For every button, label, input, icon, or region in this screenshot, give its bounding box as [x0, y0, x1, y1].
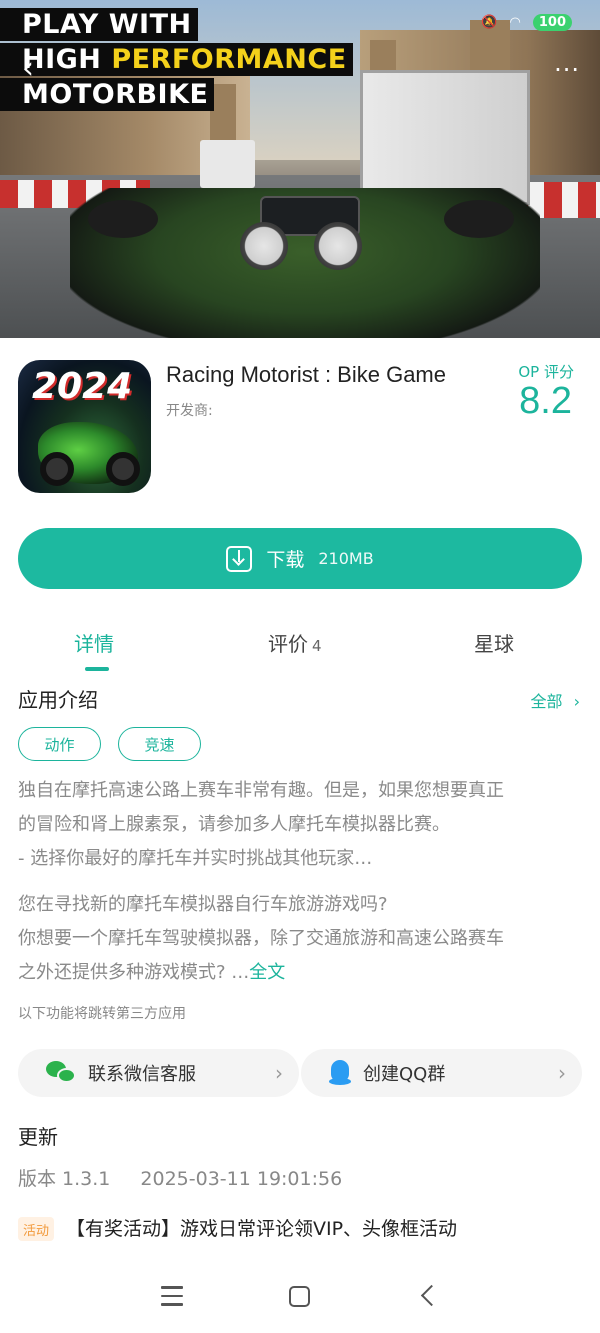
update-date: 2025-03-11 19:01:56	[140, 1168, 343, 1190]
intro-title: 应用介绍	[18, 688, 98, 712]
home-icon[interactable]	[289, 1286, 310, 1307]
hero-headline: PLAY WITH HIGH PERFORMANCE MOTORBIKE	[0, 8, 353, 113]
status-bar: 🔕 ◠ 100	[481, 14, 572, 31]
tab-planet[interactable]: 星球	[474, 628, 514, 657]
tab-reviews-count: 4	[312, 637, 322, 655]
rating-label: OP 评分	[518, 363, 574, 381]
system-nav-bar	[0, 1262, 600, 1333]
version-info: 版本 1.3.1 2025-03-11 19:01:56	[18, 1164, 372, 1191]
download-button[interactable]: 下载 210MB	[18, 528, 582, 589]
intro-p2-line1: 您在寻找新的摩托车模拟器自行车旅游游戏吗?	[18, 894, 388, 915]
app-icon: 2024	[18, 360, 151, 493]
hero-headline-performance: PERFORMANCE	[111, 44, 347, 75]
chevron-right-icon: ›	[573, 692, 580, 711]
intro-p2-line3-wrap: 之外还提供多种游戏模式? …全文	[18, 956, 584, 990]
hero-mirror-right	[444, 200, 514, 238]
app-icon-wheel	[106, 452, 140, 486]
third-party-note: 以下功能将跳转第三方应用	[18, 1006, 186, 1022]
app-title: Racing Motorist : Bike Game	[166, 362, 446, 387]
app-icon-year: 2024	[32, 366, 133, 407]
download-icon	[226, 545, 253, 572]
intro-p1-line2: 的冒险和肾上腺素泵，请参加多人摩托车模拟器比赛。	[18, 814, 450, 835]
create-qq-group-label: 创建QQ群	[363, 1064, 446, 1085]
hero-banner: PLAY WITH HIGH PERFORMANCE MOTORBIKE 🔕 ◠…	[0, 0, 600, 338]
battery-icon: 100	[532, 14, 572, 31]
intro-p2-line3: 之外还提供多种游戏模式? …	[18, 962, 250, 983]
hero-headline-line1: PLAY WITH	[0, 8, 198, 41]
hero-gauge-right	[314, 222, 362, 270]
intro-all-link[interactable]: 全部 ›	[530, 688, 580, 712]
intro-p2-line2: 你想要一个摩托车驾驶模拟器，除了交通旅游和高速公路赛车	[18, 928, 504, 949]
version-number: 版本 1.3.1	[18, 1168, 111, 1190]
create-qq-group-button[interactable]: 创建QQ群 ›	[301, 1049, 582, 1097]
chevron-right-icon: ›	[275, 1061, 283, 1085]
intro-p1-line3: - 选择你最好的摩托车并实时挑战其他玩家…	[18, 848, 373, 869]
update-title: 更新	[18, 1125, 58, 1149]
tab-reviews-label: 评价	[268, 632, 308, 656]
download-label: 下载	[266, 549, 305, 571]
fulltext-link[interactable]: 全文	[249, 962, 285, 983]
app-icon-wheel	[40, 452, 74, 486]
intro-paragraph-1: 独自在摩托高速公路上赛车非常有趣。但是，如果您想要真正 的冒险和肾上腺素泵，请参…	[18, 774, 584, 876]
tab-details-label: 详情	[74, 632, 114, 656]
hero-headline-line2: HIGH PERFORMANCE	[0, 43, 353, 76]
qq-icon	[329, 1060, 351, 1086]
download-size: 210MB	[318, 549, 374, 568]
wifi-icon: ◠	[509, 15, 521, 30]
hero-gauge-left	[240, 222, 288, 270]
more-icon[interactable]: ···	[554, 56, 580, 84]
tab-details[interactable]: 详情	[74, 628, 114, 657]
rating-value: 8.2	[519, 380, 572, 422]
hero-truck	[360, 70, 530, 205]
menu-icon[interactable]	[161, 1286, 183, 1306]
tag-racing[interactable]: 竞速	[118, 727, 201, 761]
hero-mirror-left	[88, 200, 158, 238]
intro-paragraph-2: 您在寻找新的摩托车模拟器自行车旅游游戏吗? 你想要一个摩托车驾驶模拟器，除了交通…	[18, 888, 584, 990]
mute-icon: 🔕	[481, 15, 498, 30]
chevron-right-icon: ›	[558, 1061, 566, 1085]
wechat-icon	[46, 1061, 76, 1085]
back-icon[interactable]	[420, 1284, 436, 1308]
developer-label: 开发商:	[166, 403, 213, 419]
wechat-service-button[interactable]: 联系微信客服 ›	[18, 1049, 299, 1097]
wechat-service-label: 联系微信客服	[88, 1064, 196, 1085]
intro-p1-line1: 独自在摩托高速公路上赛车非常有趣。但是，如果您想要真正	[18, 780, 504, 801]
hero-headline-high: HIGH	[22, 44, 112, 75]
hero-bus	[200, 140, 255, 188]
event-link[interactable]: 【有奖活动】游戏日常评论领VIP、头像框活动	[66, 1214, 457, 1241]
tab-reviews[interactable]: 评价 4	[268, 628, 322, 657]
tab-active-indicator	[85, 667, 109, 671]
tag-action[interactable]: 动作	[18, 727, 101, 761]
tab-planet-label: 星球	[474, 632, 514, 656]
intro-all-label: 全部	[530, 692, 563, 711]
back-button[interactable]: ‹	[22, 54, 34, 84]
event-badge: 活动	[18, 1217, 55, 1241]
